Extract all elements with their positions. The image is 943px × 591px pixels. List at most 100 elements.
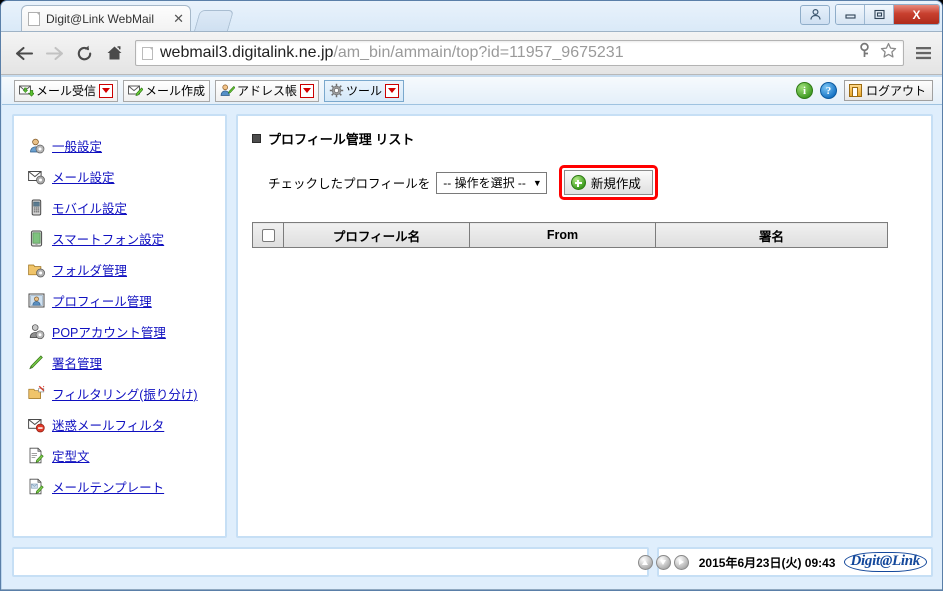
maximize-button[interactable]: [865, 5, 894, 24]
sidebar-item-general-settings[interactable]: 一般設定: [14, 130, 225, 161]
mail-receive-icon: [19, 83, 36, 98]
reload-icon[interactable]: [69, 38, 99, 68]
content-panel: プロフィール管理 リスト チェックしたプロフィールを -- 操作を選択 -- ▼: [236, 114, 933, 538]
browser-navigation-bar: webmail3.digitalink.ne.jp/am_bin/ammain/…: [1, 31, 942, 75]
tab-title: Digit@Link WebMail: [46, 11, 154, 26]
sidebar-item-folder-manage[interactable]: フォルダ管理: [14, 254, 225, 285]
sidebar-label-mail-template[interactable]: メールテンプレート: [52, 477, 164, 496]
logout-label: ログアウト: [865, 84, 926, 98]
close-window-button[interactable]: X: [894, 5, 939, 24]
new-tab-button[interactable]: [193, 10, 235, 31]
sidebar-item-spam-filter[interactable]: 迷惑メールフィルタ: [14, 409, 225, 440]
column-header-signature: 署名: [655, 222, 888, 248]
go-next-icon[interactable]: [673, 554, 689, 570]
logout-door-icon: [848, 84, 862, 97]
toolbar-item-compose-mail[interactable]: メール作成: [123, 79, 211, 102]
sidebar-label-signature[interactable]: 署名管理: [52, 353, 102, 372]
browser-tab[interactable]: Digit@Link WebMail ✕: [21, 5, 191, 31]
sidebar-item-mobile-settings[interactable]: モバイル設定: [14, 192, 225, 223]
info-icon[interactable]: i: [795, 82, 813, 99]
new-profile-highlight: 新規作成: [558, 165, 658, 200]
action-row: チェックしたプロフィールを -- 操作を選択 -- ▼ 新規作成: [268, 165, 917, 200]
operation-select-value: -- 操作を選択 --: [443, 176, 526, 190]
toolbar-label-address-book: アドレス帳: [237, 84, 298, 98]
scroll-up-icon[interactable]: [637, 554, 653, 570]
pop-account-icon: [28, 323, 45, 340]
scroll-down-icon[interactable]: [655, 554, 671, 570]
address-bar[interactable]: webmail3.digitalink.ne.jp/am_bin/ammain/…: [135, 40, 904, 66]
columns-wrapper: 一般設定 メール設定 モバイル設定 スマートフォン設定 フォルダ管理 プロフィー…: [12, 114, 933, 538]
webmail-shell: メール受信 メール作成 アドレス帳 ツール i ? ログアウト 一般設定 メール…: [2, 77, 942, 590]
select-all-header: [252, 222, 284, 248]
key-icon[interactable]: [857, 42, 872, 64]
toolbar-right-actions: i ? ログアウト: [795, 80, 942, 101]
signature-icon: [28, 354, 45, 371]
sidebar-label-mail-settings[interactable]: メール設定: [52, 167, 115, 186]
toolbar-label-compose-mail: メール作成: [145, 84, 206, 98]
minimize-button[interactable]: [836, 5, 865, 24]
toolbar-label-receive-mail: メール受信: [36, 84, 97, 98]
sidebar-label-general-settings[interactable]: 一般設定: [52, 136, 102, 155]
browser-menu-icon[interactable]: [910, 40, 936, 66]
sidebar-item-profile-manage[interactable]: プロフィール管理: [14, 285, 225, 316]
dropdown-arrow-receive-mail[interactable]: [99, 83, 114, 98]
back-icon[interactable]: [9, 38, 39, 68]
user-account-icon[interactable]: [800, 4, 830, 25]
title-bullet-icon: [252, 134, 261, 143]
page-info-icon: [142, 46, 153, 60]
filtering-icon: [28, 385, 45, 402]
action-row-label: チェックしたプロフィールを: [268, 177, 431, 191]
toolbar-label-tools: ツール: [346, 84, 383, 98]
logout-button[interactable]: ログアウト: [843, 80, 933, 101]
sidebar-label-profile-manage[interactable]: プロフィール管理: [52, 291, 152, 310]
address-book-icon: [220, 83, 236, 98]
new-profile-label: 新規作成: [590, 177, 641, 191]
page-title: プロフィール管理 リスト: [252, 129, 917, 148]
sidebar-label-pop-account[interactable]: POPアカウント管理: [52, 322, 166, 341]
omnibox-actions: [857, 42, 897, 64]
mobile-settings-icon: [28, 199, 45, 216]
sidebar-item-pop-account[interactable]: POPアカウント管理: [14, 316, 225, 347]
sidebar-item-fixed-phrase[interactable]: 定型文: [14, 440, 225, 471]
dropdown-arrow-tools[interactable]: [385, 83, 400, 98]
tools-gear-icon: [329, 83, 344, 98]
page-favicon-icon: [28, 11, 40, 26]
toolbar-item-address-book[interactable]: アドレス帳: [215, 79, 320, 102]
sidebar-label-folder-manage[interactable]: フォルダ管理: [52, 260, 127, 279]
profile-manage-icon: [28, 292, 45, 309]
status-message-area: [12, 547, 649, 577]
status-info-area: 2015年6月23日(火) 09:43 Digit@Link: [637, 547, 933, 577]
page-title-text: プロフィール管理 リスト: [268, 132, 415, 147]
bookmark-star-icon[interactable]: [880, 42, 897, 64]
forward-icon[interactable]: [39, 38, 69, 68]
close-tab-icon[interactable]: ✕: [173, 12, 184, 25]
sidebar-item-mail-settings[interactable]: メール設定: [14, 161, 225, 192]
general-settings-icon: [28, 137, 45, 154]
plus-circle-icon: [570, 175, 586, 190]
sidebar-label-filtering[interactable]: フィルタリング(振り分け): [52, 384, 198, 403]
sidebar-label-fixed-phrase[interactable]: 定型文: [52, 446, 90, 465]
datetime-label: 2015年6月23日(火) 09:43: [698, 555, 836, 570]
select-all-checkbox[interactable]: [261, 229, 275, 243]
profile-table-head: プロフィール名 From 署名: [252, 222, 888, 248]
sidebar-item-signature[interactable]: 署名管理: [14, 347, 225, 378]
title-bar: Digit@Link WebMail ✕ X: [1, 1, 942, 31]
status-bar: 2015年6月23日(火) 09:43 Digit@Link: [12, 547, 933, 577]
operation-select[interactable]: -- 操作を選択 -- ▼: [436, 171, 547, 194]
sidebar-item-filtering[interactable]: フィルタリング(振り分け): [14, 378, 225, 409]
toolbar-item-tools[interactable]: ツール: [324, 79, 405, 102]
help-icon[interactable]: ?: [819, 82, 837, 99]
url-text: webmail3.digitalink.ne.jp/am_bin/ammain/…: [160, 44, 624, 62]
url-domain: webmail3.digitalink.ne.jp: [160, 44, 334, 61]
sidebar-item-smartphone-settings[interactable]: スマートフォン設定: [14, 223, 225, 254]
sidebar-item-mail-template[interactable]: メールテンプレート: [14, 471, 225, 502]
new-profile-button[interactable]: 新規作成: [563, 170, 653, 195]
toolbar-item-receive-mail[interactable]: メール受信: [14, 79, 119, 102]
window-bottom-edge: [1, 589, 942, 590]
sidebar-label-mobile-settings[interactable]: モバイル設定: [52, 198, 127, 217]
sidebar-label-smartphone-settings[interactable]: スマートフォン設定: [52, 229, 164, 248]
dropdown-arrow-address-book[interactable]: [300, 83, 315, 98]
profile-table: プロフィール名 From 署名: [252, 222, 888, 248]
home-icon[interactable]: [99, 38, 129, 68]
sidebar-label-spam-filter[interactable]: 迷惑メールフィルタ: [52, 415, 164, 434]
